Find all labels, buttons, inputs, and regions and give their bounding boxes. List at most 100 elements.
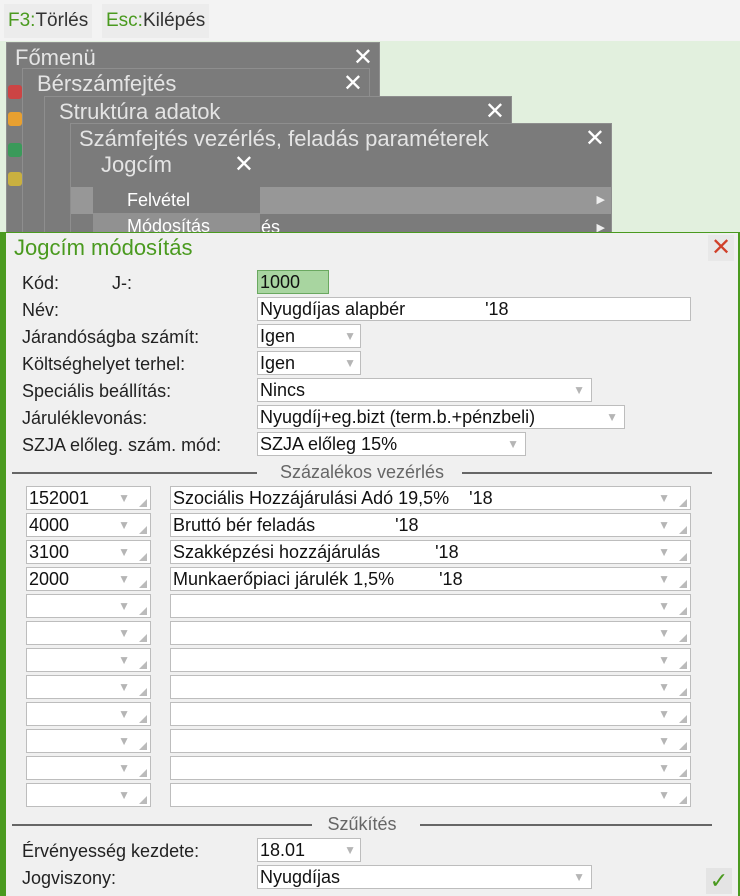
kod-prefix: J-:: [112, 273, 132, 293]
chevron-down-icon: ▼: [344, 356, 356, 370]
kod-label: Kód:: [22, 273, 60, 293]
name-select[interactable]: Szakképzési hozzájárulás '18 ▼: [170, 540, 691, 564]
resize-icon: [679, 715, 687, 723]
name-select[interactable]: Szociális Hozzájárulási Adó 19,5% '18 ▼: [170, 486, 691, 510]
chevron-down-icon: ▼: [118, 734, 130, 748]
stack-icon[interactable]: [8, 143, 22, 157]
specialis-label: Speciális beállítás:: [22, 381, 172, 401]
ok-button[interactable]: ✓: [706, 868, 732, 894]
name-select[interactable]: ▼: [170, 648, 691, 672]
chevron-down-icon: ▼: [658, 788, 670, 802]
szazalekos-section-header: Százalékos vezérlés: [12, 462, 712, 482]
chevron-down-icon: ▼: [118, 545, 130, 559]
close-icon[interactable]: ✕: [485, 97, 505, 126]
dialog-title: Jogcím módosítás: [14, 235, 193, 260]
close-icon[interactable]: ✕: [343, 69, 363, 98]
kod-input[interactable]: 1000: [257, 270, 329, 294]
name-select[interactable]: ▼: [170, 729, 691, 753]
resize-icon: [139, 634, 147, 642]
chevron-down-icon: ▼: [118, 680, 130, 694]
name-select[interactable]: ▼: [170, 702, 691, 726]
nev-input[interactable]: Nyugdíjas alapbér '18: [257, 297, 691, 321]
specialis-select[interactable]: Nincs ▼: [257, 378, 592, 402]
resize-icon: [679, 688, 687, 696]
resize-icon: [139, 526, 147, 534]
resize-icon: [139, 580, 147, 588]
code-select[interactable]: ▼: [26, 702, 151, 726]
menu-jogcim: Jogcím ✕ Felvétel Módosítás: [93, 150, 260, 240]
jarandosag-select[interactable]: Igen ▼: [257, 324, 361, 348]
koltseghely-select[interactable]: Igen ▼: [257, 351, 361, 375]
chevron-down-icon: ▼: [658, 707, 670, 721]
name-select[interactable]: Bruttó bér feladás '18 ▼: [170, 513, 691, 537]
name-select[interactable]: ▼: [170, 675, 691, 699]
chevron-down-icon: ▼: [658, 572, 670, 586]
chevron-down-icon: ▼: [658, 545, 670, 559]
resize-icon: [139, 796, 147, 804]
jogviszony-select[interactable]: Nyugdíjas ▼: [257, 865, 592, 889]
chevron-down-icon: ▼: [573, 870, 585, 884]
resize-icon: [139, 499, 147, 507]
chevron-down-icon: ▼: [118, 761, 130, 775]
toolbar: F3:Törlés Esc:Kilépés: [0, 0, 740, 41]
chevron-down-icon: ▼: [658, 680, 670, 694]
chevron-down-icon: ▼: [658, 518, 670, 532]
code-select[interactable]: ▼: [26, 594, 151, 618]
ervenyesseg-label: Érvényesség kezdete:: [22, 841, 200, 861]
code-select[interactable]: 2000 ▼: [26, 567, 151, 591]
app-icon[interactable]: [8, 85, 22, 99]
jarulek-select[interactable]: Nyugdíj+eg.bizt (term.b.+pénzbeli) ▼: [257, 405, 625, 429]
resize-icon: [139, 607, 147, 615]
jogcim-modositas-dialog: Jogcím módosítás ✕ Kód: J-: 1000 Név: Ny…: [0, 232, 740, 896]
resize-icon: [679, 661, 687, 669]
exit-button[interactable]: Esc:Kilépés: [102, 4, 210, 38]
name-select[interactable]: ▼: [170, 594, 691, 618]
jarandosag-label: Járandóságba számít:: [22, 327, 200, 347]
resize-icon: [679, 742, 687, 750]
code-select[interactable]: ▼: [26, 621, 151, 645]
menu-item-felvetel[interactable]: Felvétel: [93, 187, 260, 214]
close-icon[interactable]: ✕: [234, 150, 254, 179]
close-button[interactable]: ✕: [708, 235, 734, 261]
chevron-down-icon: ▼: [658, 491, 670, 505]
chevron-down-icon: ▼: [118, 599, 130, 613]
chevron-down-icon: ▼: [118, 491, 130, 505]
name-select[interactable]: Munkaerőpiaci járulék 1,5% '18 ▼: [170, 567, 691, 591]
ervenyesseg-select[interactable]: 18.01 ▼: [257, 838, 361, 862]
resize-icon: [139, 715, 147, 723]
resize-icon: [139, 742, 147, 750]
chevron-down-icon: ▼: [118, 518, 130, 532]
chevron-down-icon: ▼: [344, 329, 356, 343]
chevron-down-icon: ▼: [573, 383, 585, 397]
chevron-down-icon: ▼: [344, 843, 356, 857]
code-select[interactable]: 152001 ▼: [26, 486, 151, 510]
code-select[interactable]: ▼: [26, 648, 151, 672]
resize-icon: [679, 796, 687, 804]
resize-icon: [679, 499, 687, 507]
resize-icon: [679, 634, 687, 642]
resize-icon: [679, 553, 687, 561]
code-select[interactable]: ▼: [26, 729, 151, 753]
code-select[interactable]: 3100 ▼: [26, 540, 151, 564]
resize-icon: [679, 526, 687, 534]
delete-button[interactable]: F3:Törlés: [4, 4, 93, 38]
name-select[interactable]: ▼: [170, 621, 691, 645]
folder-icon[interactable]: [8, 112, 22, 126]
code-select[interactable]: ▼: [26, 675, 151, 699]
name-select[interactable]: ▼: [170, 756, 691, 780]
code-select[interactable]: ▼: [26, 783, 151, 807]
code-select[interactable]: ▼: [26, 756, 151, 780]
szja-select[interactable]: SZJA előleg 15% ▼: [257, 432, 526, 456]
close-icon[interactable]: ✕: [585, 124, 605, 153]
coins-icon[interactable]: [8, 172, 22, 186]
chevron-down-icon: ▼: [118, 626, 130, 640]
chevron-right-icon: ▶: [596, 194, 605, 206]
resize-icon: [139, 688, 147, 696]
code-select[interactable]: 4000 ▼: [26, 513, 151, 537]
name-select[interactable]: ▼: [170, 783, 691, 807]
jarulek-label: Járuléklevonás:: [22, 408, 148, 428]
szukites-section-header: Szűkítés: [12, 814, 712, 834]
chevron-down-icon: ▼: [606, 410, 618, 424]
resize-icon: [139, 769, 147, 777]
chevron-down-icon: ▼: [658, 653, 670, 667]
